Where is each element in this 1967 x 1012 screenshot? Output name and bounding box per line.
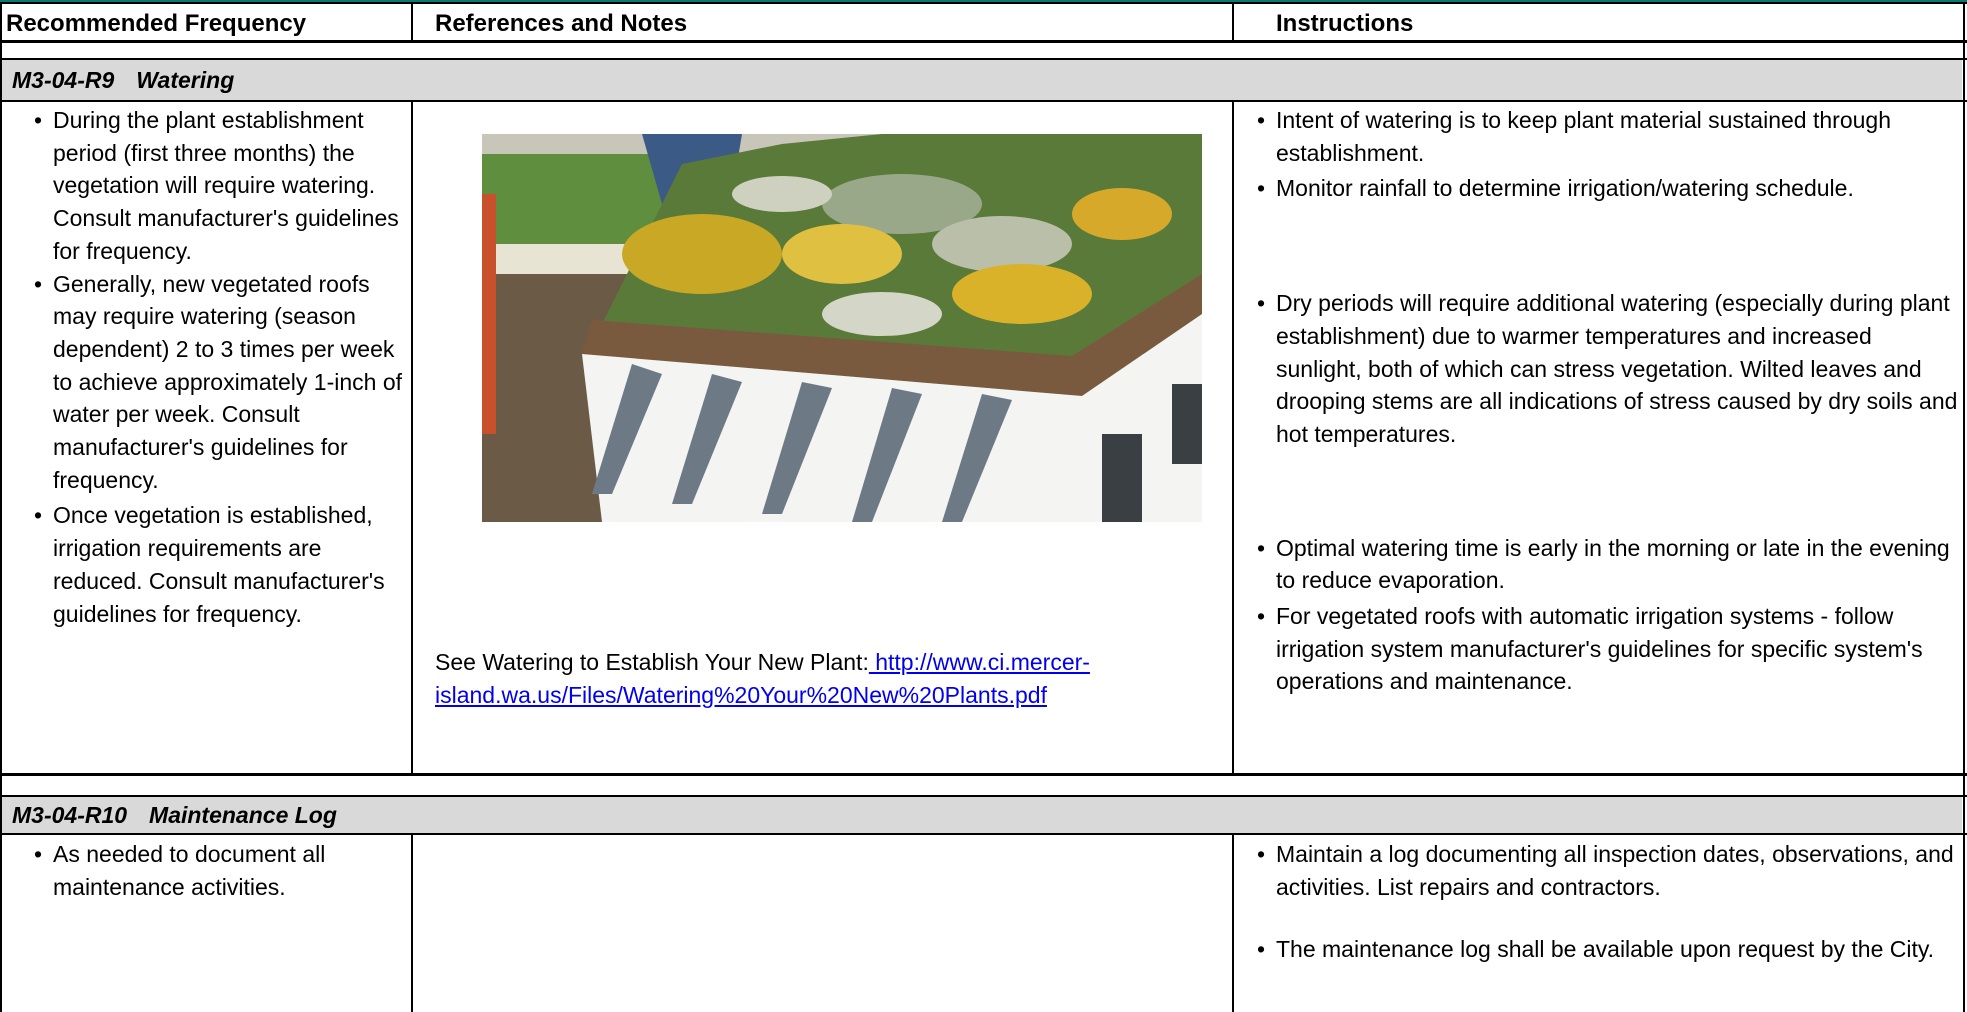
- list-item: Once vegetation is established, irrigati…: [32, 499, 404, 630]
- section-divider: [0, 100, 1967, 102]
- list-item: For vegetated roofs with automatic irrig…: [1255, 600, 1961, 698]
- list-item: Generally, new vegetated roofs may requi…: [32, 268, 404, 497]
- column-divider: [411, 102, 413, 773]
- column-divider: [411, 835, 413, 1012]
- section-code: M3-04-R10: [12, 802, 128, 828]
- list-item: As needed to document all maintenance ac…: [32, 838, 404, 903]
- list-item: Optimal watering time is early in the mo…: [1255, 532, 1961, 597]
- table-border-left: [0, 2, 2, 1012]
- section-code: M3-04-R9: [12, 67, 115, 93]
- reference-text: See Watering to Establish Your New Plant…: [435, 649, 869, 675]
- header-recommended-frequency: Recommended Frequency: [6, 10, 307, 37]
- column-divider: [411, 2, 413, 42]
- section-name: Maintenance Log: [149, 802, 337, 828]
- column-divider: [1232, 2, 1234, 42]
- list-item: The maintenance log shall be available u…: [1255, 933, 1961, 966]
- vegetated-roof-photo: [482, 134, 1202, 522]
- section-title: M3-04-R10 Maintenance Log: [12, 797, 337, 833]
- column-divider: [1232, 835, 1234, 1012]
- table-border-right: [1963, 2, 1965, 1012]
- section-band-maintenance-log: M3-04-R10 Maintenance Log: [2, 797, 1962, 833]
- section-name: Watering: [136, 67, 235, 93]
- list-item: Dry periods will require additional wate…: [1255, 287, 1961, 451]
- frequency-list: During the plant establishment period (f…: [32, 104, 404, 630]
- header-instructions: Instructions: [1276, 10, 1414, 37]
- instructions-list: Intent of watering is to keep plant mate…: [1255, 104, 1961, 698]
- frequency-list: As needed to document all maintenance ac…: [32, 838, 404, 903]
- list-item: Maintain a log documenting all inspectio…: [1255, 838, 1961, 903]
- instructions-list: Maintain a log documenting all inspectio…: [1255, 838, 1961, 966]
- section-divider: [0, 773, 1967, 776]
- section-title: M3-04-R9 Watering: [12, 62, 234, 98]
- list-item: During the plant establishment period (f…: [32, 104, 404, 268]
- section-divider: [0, 833, 1967, 835]
- header-divider: [0, 40, 1967, 43]
- section-band-watering: M3-04-R9 Watering: [2, 60, 1962, 100]
- list-item: Monitor rainfall to determine irrigation…: [1255, 172, 1961, 205]
- header-references-and-notes: References and Notes: [435, 10, 688, 37]
- list-item: Intent of watering is to keep plant mate…: [1255, 104, 1961, 169]
- table-border-top: [0, 2, 1967, 4]
- reference-note: See Watering to Establish Your New Plant…: [435, 646, 1213, 711]
- column-divider: [1232, 102, 1234, 773]
